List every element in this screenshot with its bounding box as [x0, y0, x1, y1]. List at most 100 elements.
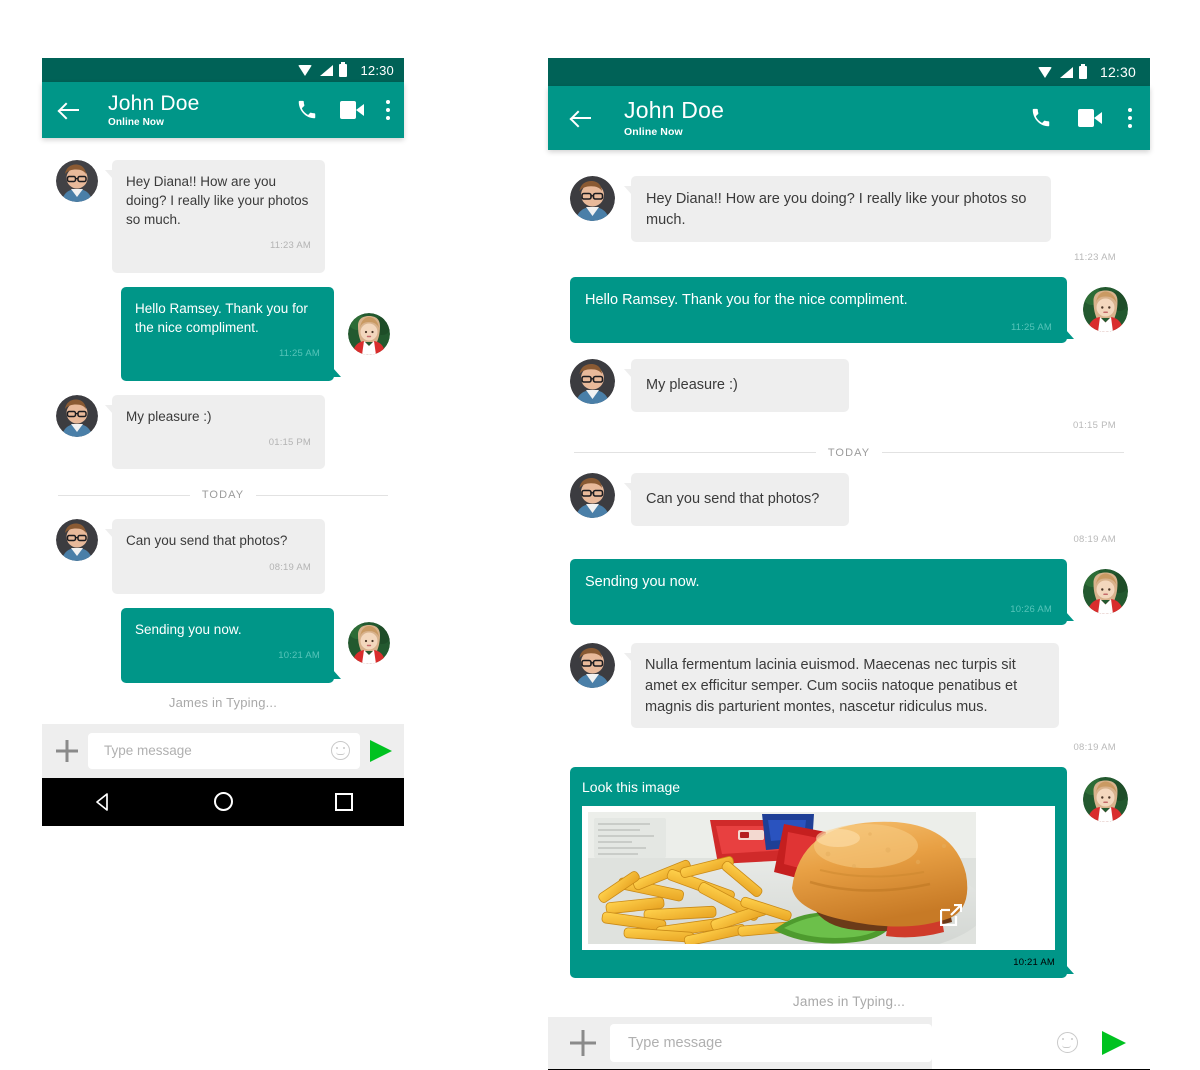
nav-back-triangle-icon[interactable]	[93, 792, 113, 812]
bubble-tail	[105, 529, 113, 539]
message-text: Can you send that photos?	[126, 533, 288, 549]
send-paper-plane-icon[interactable]	[1102, 1030, 1126, 1055]
avatar[interactable]	[56, 160, 98, 202]
app-bar-actions	[1030, 107, 1132, 129]
send-paper-plane-icon[interactable]	[370, 739, 392, 762]
divider-line-right	[256, 494, 389, 496]
back-arrow-icon[interactable]	[58, 98, 82, 122]
message-timestamp: 01:15 PM	[1072, 419, 1116, 431]
battery-icon	[1078, 63, 1087, 79]
message-list[interactable]: Hey Diana!! How are you doing? I really …	[548, 150, 1150, 1009]
day-divider-label: TODAY	[827, 446, 871, 459]
phone-icon[interactable]	[1030, 107, 1052, 129]
emoji-smiley-icon[interactable]	[331, 741, 350, 761]
status-bar-icons: 12:30	[298, 61, 394, 78]
day-divider: TODAY	[574, 446, 1125, 459]
message-row: My pleasure :) 01:15 PM	[56, 394, 390, 470]
message-text: Sending you now.	[135, 622, 242, 638]
message-bubble[interactable]: Can you send that photos? 08:19 AM	[105, 519, 325, 595]
bubble-tail	[105, 404, 113, 414]
typing-indicator: James in Typing...	[168, 694, 278, 710]
wifi-icon	[298, 64, 313, 76]
message-bubble[interactable]: Nulla fermentum lacinia euismod. Maecena…	[624, 642, 1059, 728]
avatar[interactable]	[1083, 287, 1128, 333]
message-text: Hey Diana!! How are you doing? I really …	[126, 174, 309, 228]
back-arrow-icon[interactable]	[570, 106, 594, 130]
android-nav-bar	[42, 777, 404, 826]
message-timestamp: 11:23 AM	[269, 240, 311, 252]
more-vertical-icon[interactable]	[386, 100, 390, 120]
message-timestamp: 10:26 AM	[1010, 603, 1052, 615]
message-input[interactable]: Type message	[104, 743, 331, 758]
burger-and-fries-photo[interactable]	[588, 811, 976, 944]
message-bubble[interactable]: Can you send that photos?	[624, 472, 849, 526]
message-bubble[interactable]: Sending you now. 10:26 AM	[570, 558, 1074, 625]
message-timestamp: 11:25 AM	[278, 348, 320, 360]
message-composer: Type message	[42, 723, 404, 778]
status-bar-clock: 12:30	[1099, 64, 1136, 80]
message-timestamp: 11:23 AM	[1074, 252, 1116, 264]
avatar[interactable]	[1083, 568, 1128, 614]
avatar[interactable]	[570, 472, 615, 518]
avatar[interactable]	[348, 622, 390, 665]
contact-name: John Doe	[624, 97, 725, 124]
avatar[interactable]	[56, 394, 98, 437]
avatar[interactable]	[570, 642, 615, 688]
bubble-tail	[624, 652, 632, 662]
divider-line-left	[58, 494, 190, 496]
message-timestamp: 08:19 AM	[1073, 741, 1116, 753]
signal-icon	[319, 64, 334, 76]
contact-name: John Doe	[108, 91, 200, 115]
message-bubble[interactable]: Hey Diana!! How are you doing? I really …	[105, 160, 325, 273]
emoji-smiley-icon[interactable]	[1057, 1032, 1078, 1054]
message-bubble[interactable]: Hello Ramsey. Thank you for the nice com…	[121, 286, 341, 381]
composer-actions	[932, 1016, 1150, 1069]
image-frame	[582, 805, 1055, 950]
day-divider-label: TODAY	[201, 489, 245, 502]
message-bubble[interactable]: My pleasure :)	[624, 358, 849, 412]
phone-icon[interactable]	[296, 99, 318, 121]
image-message-bubble[interactable]: Look this image 10:21 AM	[570, 766, 1074, 978]
plus-icon[interactable]	[56, 740, 78, 762]
avatar[interactable]	[570, 176, 615, 221]
avatar[interactable]	[1083, 776, 1128, 822]
message-bubble[interactable]: Hey Diana!! How are you doing? I really …	[624, 176, 1051, 243]
video-camera-icon[interactable]	[1078, 109, 1102, 127]
status-bar: 12:30	[42, 58, 404, 82]
message-bubble[interactable]: My pleasure :) 01:15 PM	[105, 394, 325, 470]
avatar[interactable]	[348, 312, 390, 355]
message-list[interactable]: Hey Diana!! How are you doing? I really …	[42, 138, 404, 710]
bubble-tail	[624, 368, 632, 378]
more-vertical-icon[interactable]	[1128, 108, 1132, 128]
avatar[interactable]	[56, 519, 98, 562]
message-row: Hello Ramsey. Thank you for the nice com…	[570, 277, 1128, 343]
status-bar-clock: 12:30	[360, 62, 394, 78]
expand-image-icon[interactable]	[939, 903, 963, 926]
message-text: My pleasure :)	[646, 376, 738, 393]
avatar[interactable]	[570, 358, 615, 404]
message-bubble[interactable]: Hello Ramsey. Thank you for the nice com…	[570, 277, 1074, 343]
message-text: My pleasure :)	[126, 408, 212, 424]
message-row: Nulla fermentum lacinia euismod. Maecena…	[570, 642, 1128, 753]
contact-titles[interactable]: John Doe Online Now	[108, 92, 296, 129]
divider-line-right	[882, 452, 1125, 454]
plus-icon[interactable]	[570, 1030, 596, 1056]
nav-home-circle-icon[interactable]	[214, 792, 234, 812]
message-input[interactable]: Type message	[628, 1035, 918, 1051]
status-bar-icons: 12:30	[1037, 63, 1136, 80]
bubble-tail	[624, 482, 632, 492]
message-row: Can you send that photos? 08:19 AM	[56, 519, 390, 595]
contact-titles[interactable]: John Doe Online Now	[624, 97, 1030, 138]
message-row: Hello Ramsey. Thank you for the nice com…	[56, 286, 390, 381]
message-timestamp: 10:21 AM	[278, 650, 320, 662]
search-input-wrapper[interactable]: Type message	[88, 732, 360, 769]
message-row: Look this image 10:21 AM	[570, 766, 1128, 978]
app-bar: John Doe Online Now	[548, 86, 1150, 150]
wifi-icon	[1037, 66, 1053, 78]
video-camera-icon[interactable]	[340, 101, 364, 119]
bubble-tail	[1066, 329, 1074, 339]
nav-recents-square-icon[interactable]	[335, 792, 354, 811]
message-input-wrapper[interactable]: Type message	[610, 1023, 932, 1062]
day-divider: TODAY	[58, 489, 389, 502]
message-bubble[interactable]: Sending you now. 10:21 AM	[121, 608, 341, 683]
